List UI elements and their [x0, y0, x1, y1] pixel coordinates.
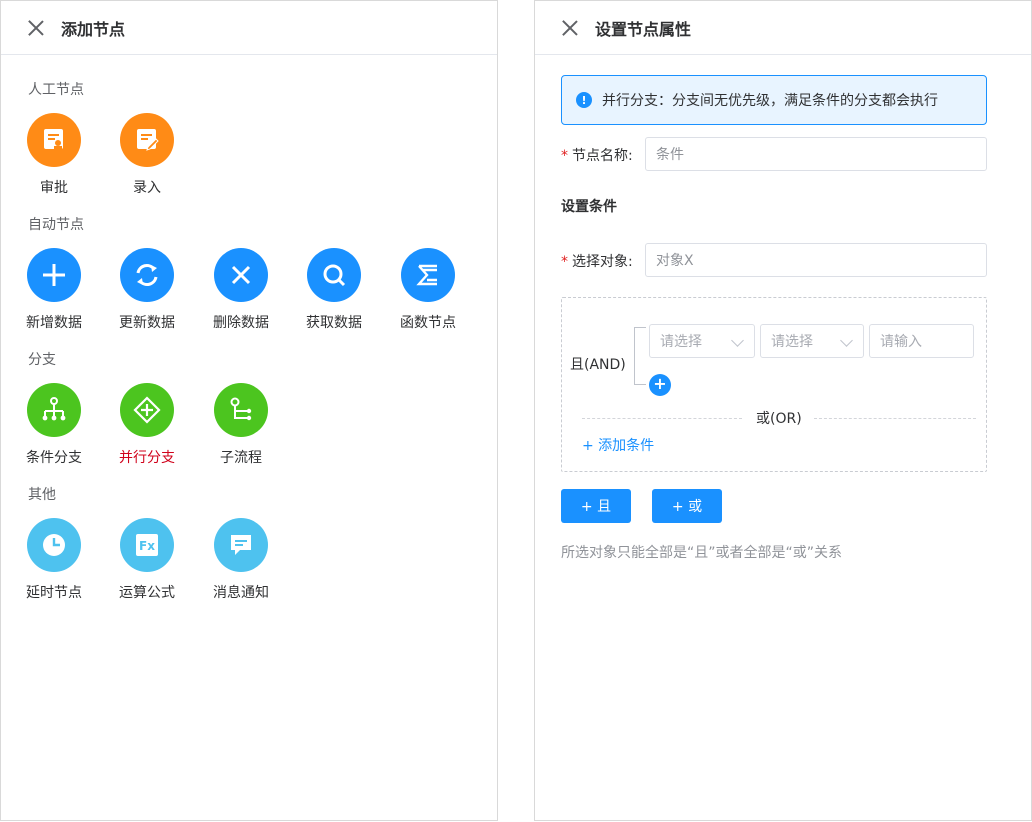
- close-icon[interactable]: [27, 19, 45, 37]
- alert-text: 并行分支：分支间无优先级，满足条件的分支都会执行: [602, 93, 938, 109]
- node-label: 获取数据: [306, 315, 362, 331]
- chevron-down-icon: [731, 334, 744, 347]
- and-bracket: [634, 327, 646, 385]
- node-parallel-branch[interactable]: 并行分支: [107, 383, 187, 467]
- refresh-icon: [120, 248, 174, 302]
- node-label-selected: 并行分支: [119, 450, 175, 466]
- subflow-icon: [214, 383, 268, 437]
- node-condition-branch[interactable]: 条件分支: [14, 383, 94, 467]
- node-entry[interactable]: 录入: [107, 113, 187, 197]
- or-label: 或(OR): [756, 411, 802, 427]
- condition-box: 且(AND) 请选择 请选择 请输入 + 或(OR) + 添加条件: [561, 297, 987, 472]
- condition-branch-icon: [27, 383, 81, 437]
- group-title-branch: 分支: [28, 352, 56, 368]
- node-label: 延时节点: [26, 585, 82, 601]
- search-icon: [307, 248, 361, 302]
- value-input[interactable]: 请输入: [869, 324, 974, 358]
- close-icon: [214, 248, 268, 302]
- node-name-input[interactable]: [645, 137, 987, 171]
- entry-icon: [120, 113, 174, 167]
- node-subflow[interactable]: 子流程: [201, 383, 281, 467]
- node-delay[interactable]: 延时节点: [14, 518, 94, 602]
- node-message[interactable]: 消息通知: [201, 518, 281, 602]
- node-formula[interactable]: Fx 运算公式: [107, 518, 187, 602]
- divider-line: [582, 418, 742, 419]
- group-title-manual: 人工节点: [28, 82, 84, 98]
- section-title: 设置条件: [561, 199, 617, 215]
- object-input[interactable]: [645, 243, 987, 277]
- node-label: 更新数据: [119, 315, 175, 331]
- operator-select[interactable]: 请选择: [760, 324, 864, 358]
- node-name-label: * 节点名称:: [561, 148, 633, 164]
- sigma-icon: [401, 248, 455, 302]
- and-button[interactable]: + 且: [561, 489, 631, 523]
- node-label: 条件分支: [26, 450, 82, 466]
- panel-title: 设置节点属性: [595, 19, 692, 39]
- info-alert: ! 并行分支：分支间无优先级，满足条件的分支都会执行: [561, 75, 987, 125]
- node-label: 消息通知: [213, 585, 269, 601]
- field-select[interactable]: 请选择: [649, 324, 755, 358]
- node-label: 录入: [133, 180, 161, 196]
- clock-icon: [27, 518, 81, 572]
- parallel-branch-icon: [120, 383, 174, 437]
- add-node-panel: 添加节点 人工节点 审批 录入 自动节点 新增数据 更新数据 删除数据 获取数据…: [0, 0, 498, 821]
- add-condition-link[interactable]: + 添加条件: [582, 435, 654, 455]
- node-delete-data[interactable]: 删除数据: [201, 248, 281, 332]
- node-label: 函数节点: [400, 315, 456, 331]
- approval-icon: [27, 113, 81, 167]
- info-icon: !: [576, 92, 592, 108]
- node-approval[interactable]: 审批: [14, 113, 94, 197]
- add-node-header: 添加节点: [1, 1, 497, 55]
- node-update-data[interactable]: 更新数据: [107, 248, 187, 332]
- node-label: 新增数据: [26, 315, 82, 331]
- formula-icon: Fx: [120, 518, 174, 572]
- panel-title: 添加节点: [61, 19, 126, 39]
- or-divider: 或(OR): [582, 408, 976, 428]
- message-icon: [214, 518, 268, 572]
- svg-text:Fx: Fx: [139, 539, 155, 553]
- plus-icon: [27, 248, 81, 302]
- hint-text: 所选对象只能全部是“且”或者全部是“或”关系: [561, 545, 843, 561]
- node-label: 子流程: [220, 450, 262, 466]
- node-label: 删除数据: [213, 315, 269, 331]
- object-label: * 选择对象:: [561, 254, 633, 270]
- required-mark: *: [561, 148, 568, 164]
- group-title-other: 其他: [28, 487, 56, 503]
- node-label: 审批: [40, 180, 68, 196]
- divider-line: [814, 418, 976, 419]
- and-label: 且(AND): [570, 357, 626, 373]
- required-mark: *: [561, 254, 568, 270]
- node-get-data[interactable]: 获取数据: [294, 248, 374, 332]
- node-properties-header: 设置节点属性: [535, 1, 1031, 55]
- add-and-condition-button[interactable]: +: [649, 374, 671, 396]
- node-function[interactable]: 函数节点: [388, 248, 468, 332]
- node-properties-panel: 设置节点属性 ! 并行分支：分支间无优先级，满足条件的分支都会执行 * 节点名称:…: [534, 0, 1032, 821]
- group-title-auto: 自动节点: [28, 217, 84, 233]
- node-add-data[interactable]: 新增数据: [14, 248, 94, 332]
- node-label: 运算公式: [119, 585, 175, 601]
- chevron-down-icon: [840, 334, 853, 347]
- close-icon[interactable]: [561, 19, 579, 37]
- or-button[interactable]: + 或: [652, 489, 722, 523]
